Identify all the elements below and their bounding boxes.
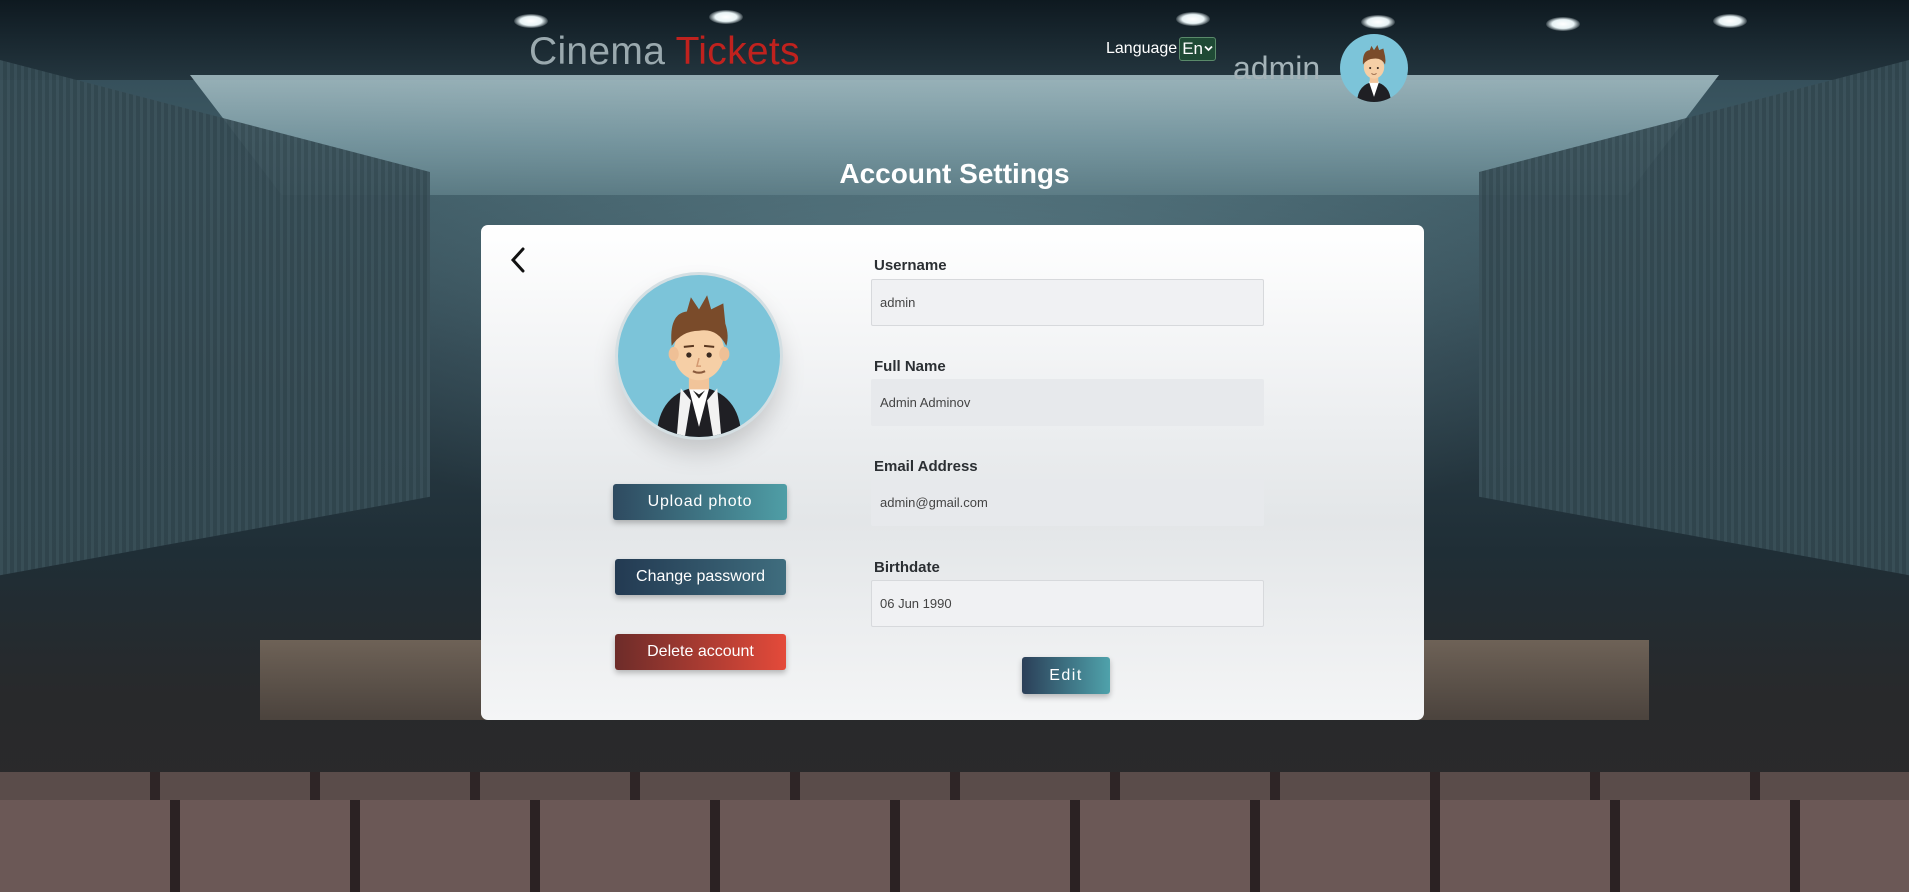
account-settings-card: Upload photo Change password Delete acco… bbox=[481, 225, 1424, 720]
ceiling-lamp bbox=[514, 14, 548, 28]
avatar-illustration bbox=[1357, 45, 1391, 102]
brand-first: Cinema bbox=[529, 30, 666, 73]
ceiling-lamp bbox=[1546, 17, 1580, 31]
seats-row-front bbox=[0, 800, 1909, 892]
back-button[interactable] bbox=[507, 247, 529, 277]
username-label: Username bbox=[874, 257, 947, 274]
ceiling bbox=[0, 0, 1909, 80]
profile-photo bbox=[618, 275, 780, 437]
birthdate-field[interactable] bbox=[871, 580, 1264, 627]
user-avatar[interactable] bbox=[1340, 34, 1408, 102]
language-select[interactable]: En bbox=[1179, 37, 1216, 61]
brand-second: Tickets bbox=[675, 30, 800, 73]
username-field[interactable] bbox=[871, 279, 1264, 326]
ceiling-lamp bbox=[1361, 15, 1395, 29]
birthdate-label: Birthdate bbox=[874, 559, 940, 576]
language-switcher: Language En bbox=[1106, 37, 1216, 61]
email-label: Email Address bbox=[874, 458, 978, 475]
chevron-left-icon bbox=[510, 247, 526, 278]
edit-button[interactable]: Edit bbox=[1022, 657, 1110, 694]
avatar-illustration bbox=[656, 295, 742, 437]
email-field[interactable] bbox=[871, 479, 1264, 526]
upload-photo-button[interactable]: Upload photo bbox=[613, 484, 787, 520]
language-value: En bbox=[1182, 39, 1203, 58]
language-label: Language bbox=[1106, 40, 1178, 57]
user-name[interactable]: admin bbox=[1233, 50, 1320, 87]
chevron-down-icon bbox=[1204, 43, 1213, 55]
delete-account-button[interactable]: Delete account bbox=[615, 634, 786, 670]
ceiling-lamp bbox=[1713, 14, 1747, 28]
brand-logo[interactable]: Cinema Tickets bbox=[529, 30, 800, 74]
fullname-field[interactable] bbox=[871, 379, 1264, 426]
ceiling-lamp bbox=[1176, 12, 1210, 26]
fullname-label: Full Name bbox=[874, 358, 946, 375]
change-password-button[interactable]: Change password bbox=[615, 559, 786, 595]
ceiling-lamp bbox=[709, 10, 743, 24]
page-title: Account Settings bbox=[839, 158, 1070, 189]
